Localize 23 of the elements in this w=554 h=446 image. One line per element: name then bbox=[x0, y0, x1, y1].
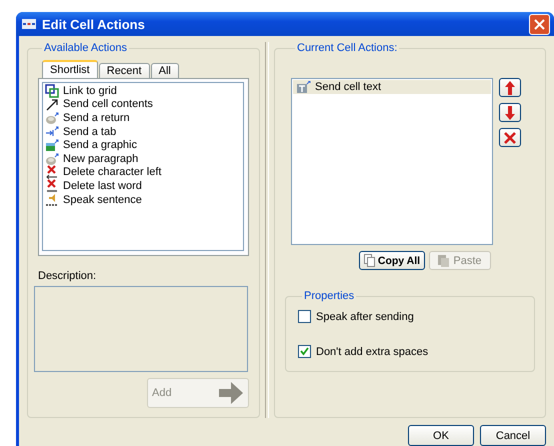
action-item[interactable]: Speak sentence bbox=[63, 194, 142, 206]
action-item[interactable]: New paragraph bbox=[63, 152, 138, 165]
group-title: Available Actions bbox=[43, 42, 128, 54]
checkbox-label[interactable]: Speak after sending bbox=[316, 310, 414, 322]
action-item[interactable]: Link to grid bbox=[63, 84, 117, 97]
action-item[interactable]: Send cell contents bbox=[63, 98, 153, 110]
description-label: Description: bbox=[38, 270, 98, 282]
action-item[interactable]: Send a return bbox=[63, 112, 130, 124]
action-item[interactable]: Delete last word bbox=[63, 180, 142, 192]
group-title: Current Cell Actions: bbox=[296, 42, 398, 54]
checkbox-label[interactable]: Don't add extra spaces bbox=[316, 346, 428, 358]
copy-all-button[interactable]: Copy All bbox=[359, 251, 425, 270]
dialog-button[interactable]: OK bbox=[408, 425, 474, 446]
tab[interactable]: Recent bbox=[98, 63, 150, 78]
action-item[interactable]: Send a graphic bbox=[63, 139, 137, 152]
action-item[interactable]: Delete character left bbox=[63, 166, 162, 178]
group-title: Properties bbox=[303, 290, 356, 302]
action-item[interactable]: Send a tab bbox=[63, 126, 116, 138]
tab[interactable]: All bbox=[150, 63, 179, 78]
window-title: Edit Cell Actions bbox=[42, 16, 146, 32]
dialog-button[interactable]: Cancel bbox=[480, 425, 546, 446]
current-action-item[interactable]: Send cell text bbox=[293, 80, 491, 94]
tab[interactable]: Shortlist bbox=[42, 60, 98, 78]
